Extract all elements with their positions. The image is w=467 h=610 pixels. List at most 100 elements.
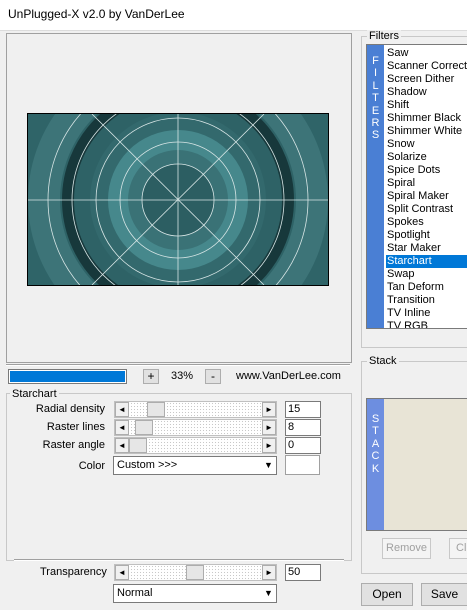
filter-item[interactable]: Swap: [386, 268, 467, 281]
filters-band-letter: F: [372, 55, 379, 67]
transparency-left-arrow[interactable]: ◄: [115, 565, 129, 580]
right-arrow-icon: ►: [265, 568, 273, 577]
filters-group-title: Filters: [367, 30, 401, 42]
raster-angle-right-arrow[interactable]: ►: [262, 438, 276, 453]
right-arrow-icon: ►: [265, 441, 273, 450]
radial-density-label: Radial density: [35, 403, 105, 415]
color-label: Color: [78, 460, 105, 472]
group-title: Starchart: [10, 388, 59, 400]
filter-item[interactable]: Spiral Maker: [386, 190, 467, 203]
filter-item[interactable]: Shimmer Black: [386, 112, 467, 125]
filters-band-label: FILTERS: [367, 55, 384, 142]
left-arrow-icon: ◄: [118, 568, 126, 577]
raster-angle-label: Raster angle: [42, 439, 105, 451]
filter-item[interactable]: Tan Deform: [386, 281, 467, 294]
chevron-down-icon: ▼: [264, 588, 273, 598]
filter-item[interactable]: Spotlight: [386, 229, 467, 242]
progress-bar: [8, 369, 127, 384]
filters-list[interactable]: FILTERS Saw Scanner Correct Screen Dither S…: [366, 44, 467, 329]
zoom-in-label: +: [147, 369, 155, 383]
left-arrow-icon: ◄: [118, 405, 126, 414]
stack-band-letter: K: [371, 462, 380, 475]
website-link[interactable]: www.VanDerLee.com: [236, 370, 341, 382]
radial-density-left-arrow[interactable]: ◄: [115, 402, 129, 417]
open-button[interactable]: Open: [361, 583, 413, 606]
radial-density-value[interactable]: 15: [285, 401, 321, 418]
transparency-right-arrow[interactable]: ►: [262, 565, 276, 580]
filter-item[interactable]: Spiral: [386, 177, 467, 190]
stack-band-letter: T: [372, 425, 379, 438]
stack-band-letter: S: [371, 413, 380, 425]
radial-density-slider[interactable]: [114, 401, 277, 418]
preview-image[interactable]: [27, 113, 329, 286]
blend-mode-select[interactable]: Normal ▼: [113, 584, 277, 603]
filter-item[interactable]: Spice Dots: [386, 164, 467, 177]
filter-item[interactable]: Starchart: [386, 255, 467, 268]
left-arrow-icon: ◄: [118, 423, 126, 432]
filter-item[interactable]: Solarize: [386, 151, 467, 164]
filters-band-letter: T: [372, 92, 379, 105]
stack-band: STACK: [367, 399, 384, 530]
filter-item[interactable]: Shadow: [386, 86, 467, 99]
raster-angle-value[interactable]: 0: [285, 437, 321, 454]
color-select-value: Custom >>>: [117, 459, 178, 471]
filters-band-letter: I: [373, 67, 378, 80]
title-bar: UnPlugged-X v2.0 by VanDerLee: [0, 0, 467, 30]
progress-fill: [10, 371, 125, 382]
clear-button[interactable]: Cl: [449, 538, 467, 559]
stack-group-title: Stack: [367, 355, 399, 367]
filter-item[interactable]: Split Contrast: [386, 203, 467, 216]
raster-lines-value[interactable]: 8: [285, 419, 321, 436]
filter-item[interactable]: Spokes: [386, 216, 467, 229]
stack-band-letter: A: [371, 437, 380, 450]
filter-item[interactable]: Snow: [386, 138, 467, 151]
raster-angle-left-arrow[interactable]: ◄: [115, 438, 129, 453]
raster-lines-label: Raster lines: [46, 421, 105, 433]
zoom-level: 33%: [171, 370, 194, 382]
filter-item[interactable]: Shift: [386, 99, 467, 112]
transparency-value[interactable]: 50: [285, 564, 321, 581]
filter-item[interactable]: Saw: [386, 47, 467, 60]
transparency-thumb[interactable]: [186, 565, 204, 580]
blend-mode-value: Normal: [117, 587, 153, 599]
right-arrow-icon: ►: [265, 405, 273, 414]
raster-lines-thumb[interactable]: [135, 420, 153, 435]
stack-list[interactable]: STACK: [366, 398, 467, 531]
window-title: UnPlugged-X v2.0 by VanDerLee: [8, 7, 185, 21]
left-arrow-icon: ◄: [118, 441, 126, 450]
divider: [14, 559, 344, 561]
divider: [6, 364, 350, 366]
filter-item[interactable]: Star Maker: [386, 242, 467, 255]
remove-button-label: Remove: [386, 542, 427, 554]
filter-item[interactable]: TV Inline: [386, 307, 467, 320]
zoom-out-label: -: [211, 369, 215, 383]
filters-band-letter: L: [372, 79, 379, 92]
save-button-label: Save: [430, 587, 459, 601]
raster-lines-left-arrow[interactable]: ◄: [115, 420, 129, 435]
zoom-in-button[interactable]: +: [143, 369, 159, 384]
filters-band: FILTERS: [367, 45, 384, 328]
radial-density-thumb[interactable]: [147, 402, 165, 417]
stack-band-letter: C: [371, 450, 380, 463]
remove-button[interactable]: Remove: [382, 538, 431, 559]
raster-lines-right-arrow[interactable]: ►: [262, 420, 276, 435]
chevron-down-icon: ▼: [264, 460, 273, 470]
filter-item[interactable]: TV RGB: [386, 320, 467, 328]
color-select[interactable]: Custom >>> ▼: [113, 456, 277, 475]
right-arrow-icon: ►: [265, 423, 273, 432]
color-swatch[interactable]: [285, 455, 320, 475]
filter-item[interactable]: Screen Dither: [386, 73, 467, 86]
filters-band-letter: E: [371, 104, 380, 117]
filter-item[interactable]: Scanner Correct: [386, 60, 467, 73]
stack-band-label: STACK: [367, 413, 384, 475]
radial-density-right-arrow[interactable]: ►: [262, 402, 276, 417]
filters-band-letter: S: [371, 129, 380, 142]
zoom-out-button[interactable]: -: [205, 369, 221, 384]
raster-angle-thumb[interactable]: [129, 438, 147, 453]
transparency-label: Transparency: [40, 566, 107, 578]
filter-item[interactable]: Shimmer White: [386, 125, 467, 138]
filter-item[interactable]: Transition: [386, 294, 467, 307]
save-button[interactable]: Save: [421, 583, 467, 606]
clear-button-label: Cl: [456, 542, 467, 554]
starchart-preview-graphic: [28, 114, 328, 285]
